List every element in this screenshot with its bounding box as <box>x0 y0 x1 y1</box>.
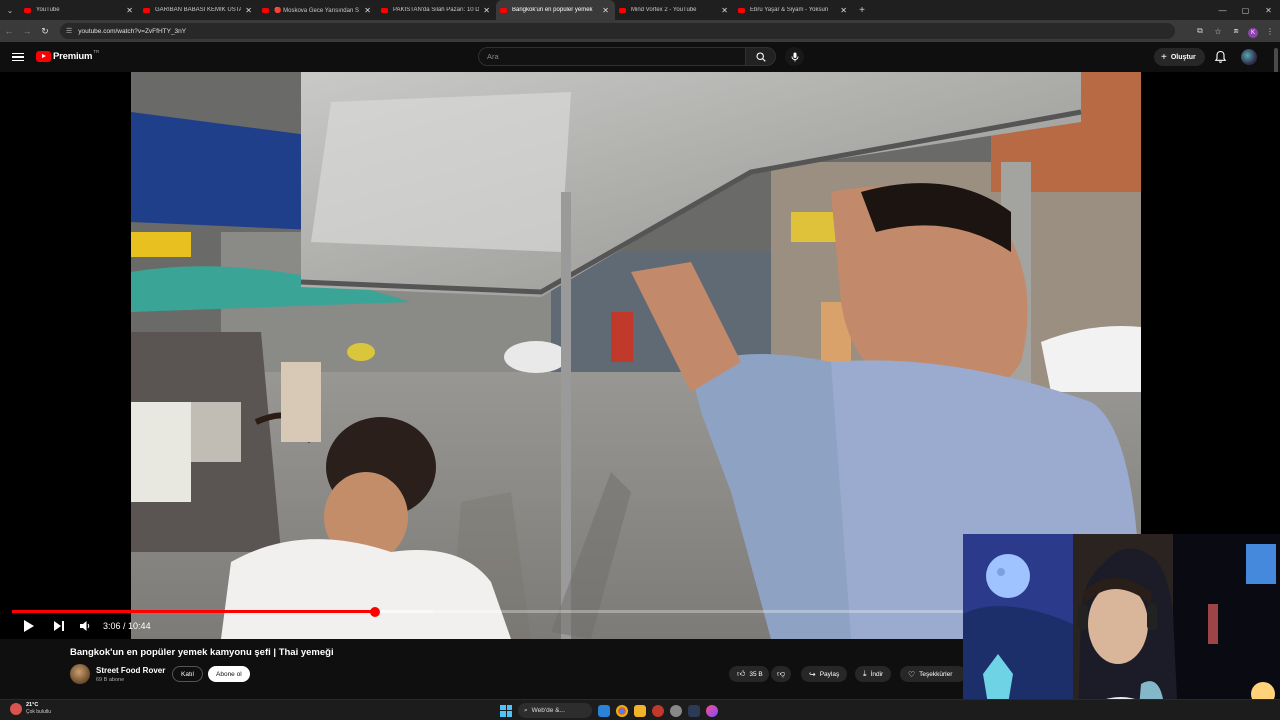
webcam-image <box>963 534 1280 720</box>
url-field[interactable]: ☰ youtube.com/watch?v=ZvFfHTY_3nY <box>60 23 1175 39</box>
reload-icon[interactable]: ↻ <box>36 26 54 37</box>
webcam-overlay <box>963 534 1280 720</box>
thanks-button[interactable]: ♡ Teşekkürler <box>900 666 967 682</box>
duration: 10:44 <box>128 621 151 631</box>
tab-close-icon[interactable]: ✕ <box>126 6 133 15</box>
telegram-icon[interactable] <box>598 704 610 717</box>
settings-gear-icon[interactable] <box>670 704 682 717</box>
youtube-favicon-icon <box>24 7 31 13</box>
subscribe-button[interactable]: Abone ol <box>208 666 250 682</box>
youtube-favicon-icon <box>262 7 269 13</box>
tab-close-icon[interactable]: ✕ <box>602 6 609 15</box>
search-input[interactable]: Ara <box>478 47 746 66</box>
search-icon: ⌕ <box>524 706 528 714</box>
address-actions: ⧉ ☆ ⧈ K ⋮ <box>1194 23 1276 39</box>
browser-tab[interactable]: PAKİSTAN'da Silah Pazarı: 10 D ✕ <box>377 0 496 20</box>
hamburger-menu-icon[interactable] <box>12 51 24 63</box>
youtube-play-logo-icon <box>36 51 51 62</box>
youtube-favicon-icon <box>738 7 745 13</box>
download-icon: ⤓ <box>863 669 867 678</box>
tab-search-chevron-icon[interactable]: ⌄ <box>0 0 20 20</box>
microphone-icon <box>791 52 798 61</box>
steam-icon[interactable] <box>688 704 700 717</box>
new-tab-plus-icon[interactable]: + <box>853 5 871 16</box>
tab-close-icon[interactable]: ✕ <box>721 6 728 15</box>
weather-icon <box>10 703 22 715</box>
windows-start-icon[interactable] <box>500 704 512 717</box>
install-app-icon[interactable]: ⧉ <box>1194 23 1206 39</box>
browser-menu-icon[interactable]: ⋮ <box>1264 23 1276 39</box>
forward-arrow-icon[interactable]: → <box>18 26 36 36</box>
extensions-puzzle-icon[interactable]: ⧈ <box>1230 23 1242 39</box>
youtube-premium-logo[interactable]: Premium TR <box>36 49 99 62</box>
profile-avatar[interactable]: K <box>1248 27 1258 38</box>
browser-tab[interactable]: 🔴 Moskova Gece Yarısından S ✕ <box>258 0 377 20</box>
volume-icon <box>80 621 90 631</box>
browser-tab[interactable]: Ebru Yaşar & Siyam - Yoksun ✕ <box>734 0 853 20</box>
search-icon <box>755 51 766 62</box>
url-text: youtube.com/watch?v=ZvFfHTY_3nY <box>78 27 187 35</box>
thumbs-up-icon: 👍︎ <box>737 669 746 678</box>
tab-close-icon[interactable]: ✕ <box>483 6 490 15</box>
windows-taskbar: 21°C Çok bulutlu ⌕ Web'de &... <box>0 699 1280 720</box>
scrubber-handle[interactable] <box>369 606 380 617</box>
skip-next-icon <box>54 621 64 631</box>
site-info-icon[interactable]: ☰ <box>66 27 72 35</box>
taskbar-apps: ⌕ Web'de &... <box>500 702 718 719</box>
maximize-icon[interactable]: ▢ <box>1234 0 1257 20</box>
taskbar-search[interactable]: ⌕ Web'de &... <box>518 703 592 718</box>
browser-tab-bar: ⌄ YouTube ✕ GARİBAN BABASI KEMİK USTAS ✕ 🔴… <box>0 0 1280 20</box>
weather-widget[interactable]: 21°C Çok bulutlu <box>10 702 51 716</box>
opera-icon[interactable] <box>652 704 664 717</box>
back-arrow-icon[interactable]: ← <box>0 26 18 36</box>
address-toolbar: ← → ↻ ☰ youtube.com/watch?v=ZvFfHTY_3nY … <box>0 20 1280 42</box>
youtube-favicon-icon <box>381 7 388 13</box>
current-time: 3:06 <box>103 621 121 631</box>
join-button[interactable]: Katıl <box>172 666 204 682</box>
subscriber-count: 69 B abone <box>96 677 125 683</box>
thanks-heart-icon: ♡ <box>908 669 916 679</box>
mute-button[interactable] <box>79 617 91 635</box>
chrome-icon[interactable] <box>616 704 628 717</box>
tab-close-icon[interactable]: ✕ <box>245 6 252 15</box>
share-arrow-icon: ↪ <box>809 669 816 679</box>
channel-name[interactable]: Street Food Rover <box>96 666 165 675</box>
browser-tab-active[interactable]: Bangkok'un en popüler yemek ✕ <box>496 0 615 20</box>
played-bar <box>12 610 375 613</box>
window-controls: — ▢ ✕ <box>1211 0 1280 20</box>
like-count: 35 B <box>749 670 763 678</box>
plus-icon: + <box>1161 51 1167 63</box>
minimize-icon[interactable]: — <box>1211 0 1234 20</box>
create-button[interactable]: + Oluştur <box>1154 48 1205 66</box>
tab-close-icon[interactable]: ✕ <box>840 6 847 15</box>
dislike-button[interactable]: 👎︎ <box>771 666 792 682</box>
video-title: Bangkok'un en popüler yemek kamyonu şefi… <box>70 647 334 658</box>
notifications-bell-icon[interactable] <box>1214 50 1227 64</box>
youtube-favicon-icon <box>143 7 150 13</box>
share-button[interactable]: ↪ Paylaş <box>801 666 848 682</box>
download-button[interactable]: ⤓ İndir <box>855 666 892 682</box>
youtube-header: Premium TR Ara + Oluştur <box>0 42 1280 72</box>
thumbs-down-icon: 👎︎ <box>777 669 786 678</box>
bookmark-star-icon[interactable]: ☆ <box>1212 23 1224 39</box>
play-icon <box>24 620 34 632</box>
browser-tab[interactable]: Mind Vortex 2 - YouTube ✕ <box>615 0 734 20</box>
file-explorer-icon[interactable] <box>634 704 646 717</box>
youtube-favicon-icon <box>500 7 507 13</box>
voice-search-button[interactable] <box>785 47 804 66</box>
channel-avatar[interactable] <box>70 664 90 684</box>
tab-close-icon[interactable]: ✕ <box>364 6 371 15</box>
obs-icon[interactable] <box>706 704 718 717</box>
time-display: 3:06 / 10:44 <box>103 621 151 631</box>
close-window-icon[interactable]: ✕ <box>1257 0 1280 20</box>
like-button[interactable]: 👍︎ 35 B <box>729 666 769 682</box>
browser-tab[interactable]: GARİBAN BABASI KEMİK USTAS ✕ <box>139 0 258 20</box>
next-button[interactable] <box>53 617 65 635</box>
youtube-favicon-icon <box>619 7 626 13</box>
play-button[interactable] <box>22 617 35 635</box>
search-button[interactable] <box>745 47 776 66</box>
browser-tab[interactable]: YouTube ✕ <box>20 0 139 20</box>
account-avatar[interactable] <box>1241 49 1257 65</box>
